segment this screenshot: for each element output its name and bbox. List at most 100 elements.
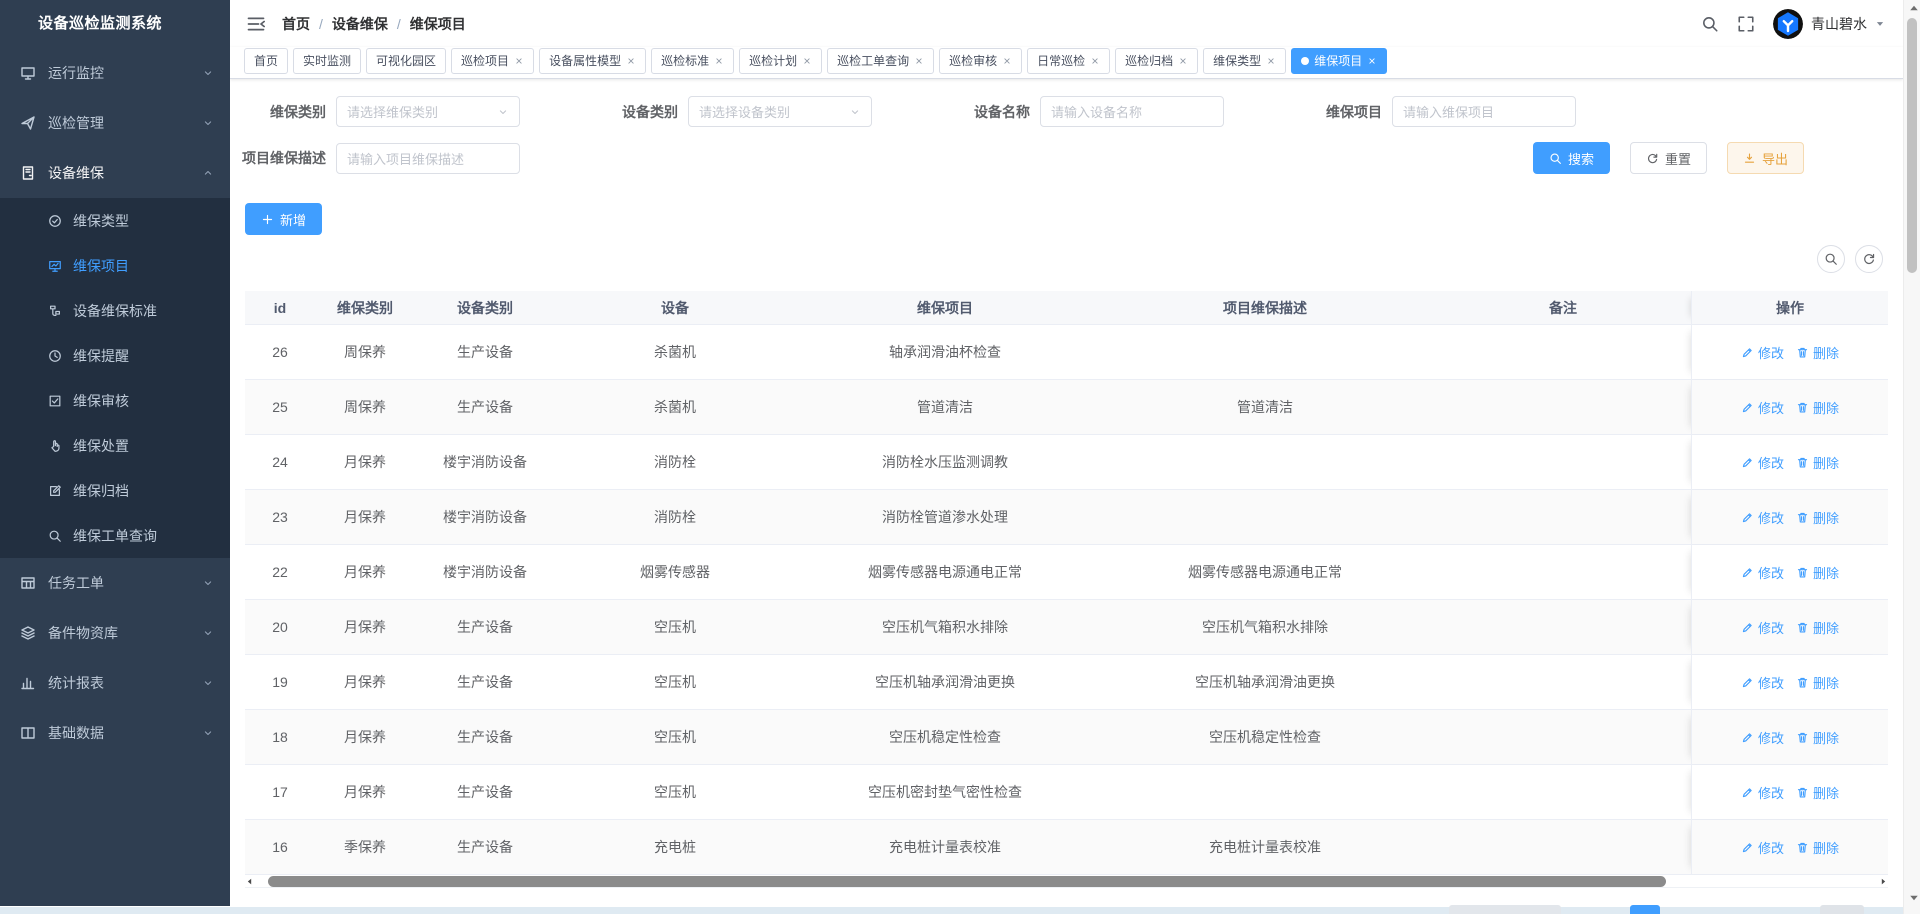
horizontal-scroll-thumb[interactable]	[268, 876, 1666, 887]
table-search-toggle-button[interactable]	[1817, 245, 1845, 273]
delete-link[interactable]: 删除	[1796, 673, 1839, 692]
horizontal-scrollbar[interactable]	[245, 875, 1888, 888]
edit-link[interactable]: 修改	[1741, 453, 1784, 472]
delete-link[interactable]: 删除	[1796, 508, 1839, 527]
tab[interactable]: 维保项目	[1291, 48, 1387, 74]
cell-category: 季保养	[315, 820, 415, 874]
tab-close-icon[interactable]	[514, 56, 524, 66]
sidebar-submenu-item[interactable]: 维保类型	[0, 198, 230, 243]
table-refresh-button[interactable]	[1855, 245, 1883, 273]
tab[interactable]: 实时监测	[293, 48, 361, 74]
tab-close-icon[interactable]	[1178, 56, 1188, 66]
sidebar-submenu-item[interactable]: 维保提醒	[0, 333, 230, 378]
tab[interactable]: 设备属性模型	[539, 48, 646, 74]
edit-link[interactable]: 修改	[1741, 618, 1784, 637]
chevron-icon	[202, 727, 214, 739]
cell-desc	[1095, 325, 1435, 379]
edit-link[interactable]: 修改	[1741, 398, 1784, 417]
breadcrumb-label[interactable]: 维保项目	[410, 14, 466, 34]
edit-link[interactable]: 修改	[1741, 508, 1784, 527]
vertical-scroll-thumb[interactable]	[1907, 18, 1917, 273]
delete-link[interactable]: 删除	[1796, 343, 1839, 362]
breadcrumb-item[interactable]: 首页 /	[282, 14, 332, 34]
sidebar-submenu-item[interactable]: 维保审核	[0, 378, 230, 423]
scroll-down-arrow-icon[interactable]	[1906, 892, 1920, 904]
fullscreen-icon[interactable]	[1737, 15, 1755, 33]
tab[interactable]: 维保类型	[1203, 48, 1286, 74]
breadcrumb-label[interactable]: 设备维保	[332, 14, 388, 34]
vertical-scrollbar[interactable]	[1903, 0, 1920, 914]
tab-close-icon[interactable]	[714, 56, 724, 66]
delete-link[interactable]: 删除	[1796, 563, 1839, 582]
tab[interactable]: 巡检项目	[451, 48, 534, 74]
horizontal-scroll-track[interactable]	[254, 876, 1879, 887]
breadcrumb-item[interactable]: 设备维保 /	[332, 14, 410, 34]
delete-link[interactable]: 删除	[1796, 398, 1839, 417]
sidebar-group-item[interactable]: 基础数据	[0, 708, 230, 758]
delete-link[interactable]: 删除	[1796, 838, 1839, 857]
sidebar-group-item[interactable]: 备件物资库	[0, 608, 230, 658]
tab[interactable]: 巡检审核	[939, 48, 1022, 74]
sidebar-group-item[interactable]: 运行监控	[0, 48, 230, 98]
tab[interactable]: 巡检计划	[739, 48, 822, 74]
tab[interactable]: 可视化园区	[366, 48, 446, 74]
filter-control[interactable]: 请输入维保项目	[1392, 96, 1576, 127]
tab[interactable]: 首页	[244, 48, 288, 74]
pagination-total-stub[interactable]	[1449, 905, 1561, 914]
sidebar-submenu-item[interactable]: 维保工单查询	[0, 513, 230, 558]
delete-link[interactable]: 删除	[1796, 728, 1839, 747]
pagination-next-stub[interactable]	[1820, 905, 1864, 914]
desc-input[interactable]: 请输入项目维保描述	[336, 143, 520, 174]
sidebar-group-label: 任务工单	[48, 573, 104, 593]
tab-label: 设备属性模型	[549, 52, 621, 69]
reset-button[interactable]: 重置	[1630, 142, 1707, 174]
tab-close-icon[interactable]	[1090, 56, 1100, 66]
tab-close-icon[interactable]	[1266, 56, 1276, 66]
sidebar-submenu-item[interactable]: 维保归档	[0, 468, 230, 513]
sidebar-submenu-item[interactable]: 维保处置	[0, 423, 230, 468]
sidebar-group-item[interactable]: 任务工单	[0, 558, 230, 608]
filter-control[interactable]: 请选择设备类别	[688, 96, 872, 127]
col-header-actions: 操作	[1691, 291, 1888, 324]
tab[interactable]: 日常巡检	[1027, 48, 1110, 74]
tab[interactable]: 巡检标准	[651, 48, 734, 74]
sidebar-fold-icon[interactable]	[246, 14, 266, 34]
sidebar-submenu-item[interactable]: 设备维保标准	[0, 288, 230, 333]
edit-link[interactable]: 修改	[1741, 673, 1784, 692]
scroll-left-arrow-icon[interactable]	[245, 877, 254, 886]
user-menu[interactable]: 青山碧水	[1773, 9, 1885, 39]
edit-link[interactable]: 修改	[1741, 728, 1784, 747]
sidebar-group-item[interactable]: 统计报表	[0, 658, 230, 708]
tab-close-icon[interactable]	[626, 56, 636, 66]
tab-close-icon[interactable]	[1002, 56, 1012, 66]
scroll-right-arrow-icon[interactable]	[1879, 877, 1888, 886]
delete-link[interactable]: 删除	[1796, 453, 1839, 472]
pagination-active-page-stub[interactable]	[1630, 905, 1660, 914]
export-button[interactable]: 导出	[1727, 142, 1804, 174]
delete-link[interactable]: 删除	[1796, 783, 1839, 802]
sidebar-group-item[interactable]: 巡检管理	[0, 98, 230, 148]
sidebar-submenu-item[interactable]: 维保项目	[0, 243, 230, 288]
edit-link[interactable]: 修改	[1741, 343, 1784, 362]
filter-control[interactable]: 请输入设备名称	[1040, 96, 1224, 127]
add-button[interactable]: 新增	[245, 203, 322, 235]
filter-control[interactable]: 请选择维保类别	[336, 96, 520, 127]
tab[interactable]: 巡检工单查询	[827, 48, 934, 74]
sidebar-group-icon	[20, 675, 36, 691]
breadcrumb-item[interactable]: 维保项目	[410, 14, 466, 34]
delete-link[interactable]: 删除	[1796, 618, 1839, 637]
breadcrumb-label[interactable]: 首页	[282, 14, 310, 34]
sidebar-group-item[interactable]: 设备维保	[0, 148, 230, 198]
cell-device: 消防栓	[555, 435, 795, 489]
cell-note	[1435, 765, 1691, 819]
header-search-icon[interactable]	[1701, 15, 1719, 33]
search-button[interactable]: 搜索	[1533, 142, 1610, 174]
tab[interactable]: 巡检归档	[1115, 48, 1198, 74]
edit-link[interactable]: 修改	[1741, 783, 1784, 802]
scroll-up-arrow-icon[interactable]	[1906, 2, 1920, 14]
tab-close-icon[interactable]	[802, 56, 812, 66]
edit-link[interactable]: 修改	[1741, 563, 1784, 582]
edit-link[interactable]: 修改	[1741, 838, 1784, 857]
tab-close-icon[interactable]	[1367, 56, 1377, 66]
tab-close-icon[interactable]	[914, 56, 924, 66]
